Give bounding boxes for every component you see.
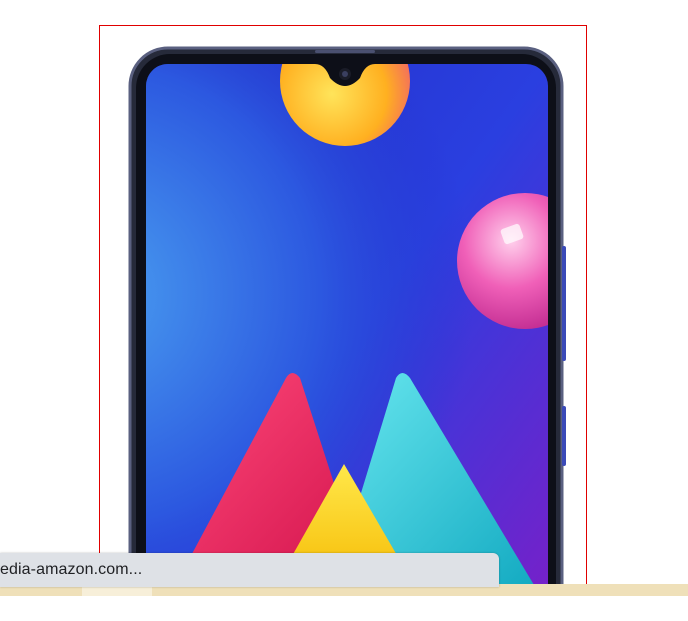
phone-image[interactable] <box>100 26 587 594</box>
product-image-selection[interactable] <box>99 25 587 594</box>
status-url-text: edia-amazon.com... <box>0 561 143 578</box>
link-status-bar: edia-amazon.com... <box>0 553 499 587</box>
browser-viewport: edia-amazon.com... <box>0 0 688 621</box>
